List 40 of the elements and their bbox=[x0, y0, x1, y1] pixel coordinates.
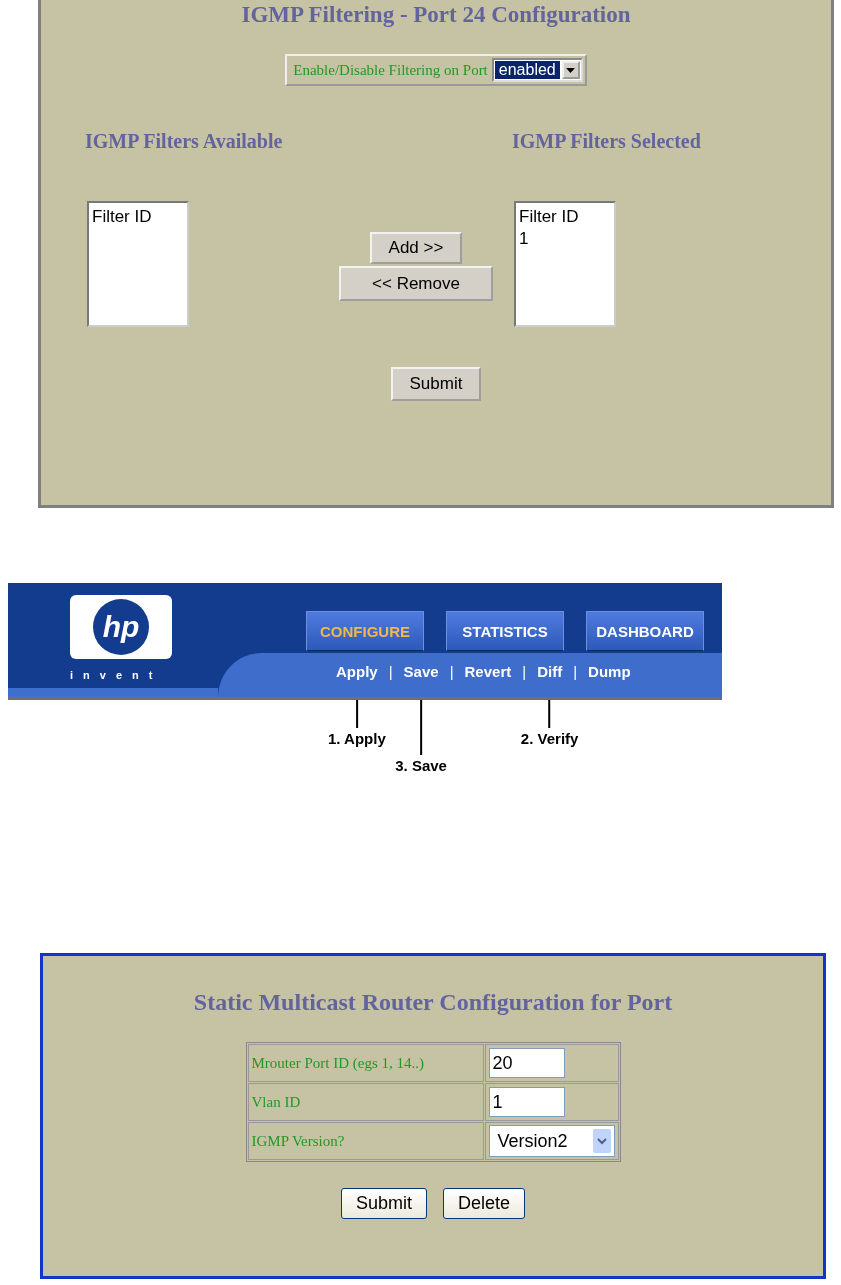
menu-link[interactable]: Dump bbox=[588, 663, 631, 680]
menu-link[interactable]: Diff bbox=[537, 663, 563, 680]
link-separator: | bbox=[388, 663, 393, 680]
nav-tab[interactable]: STATISTICS bbox=[446, 611, 564, 651]
link-separator: | bbox=[449, 663, 454, 680]
input-field[interactable]: 1 bbox=[488, 1087, 565, 1117]
list-heading: IGMP Filters Selected bbox=[512, 130, 702, 153]
field-label: IGMP Version? bbox=[251, 1133, 345, 1149]
field-label: Enable/Disable Filtering on Port bbox=[293, 61, 488, 79]
form-button[interactable]: Delete bbox=[443, 1188, 526, 1219]
field-label: Mrouter Port ID (egs 1, 14..) bbox=[251, 1055, 424, 1071]
panel-title: Static Multicast Router Configuration for Port bbox=[193, 989, 673, 1016]
version-dropdown[interactable]: Version2 bbox=[488, 1125, 615, 1157]
field-label: Vlan ID bbox=[251, 1094, 301, 1110]
logo-tagline: invent bbox=[70, 669, 163, 681]
nav-tab[interactable]: DASHBOARD bbox=[586, 611, 704, 651]
panel-title: IGMP Filtering - Port 24 Configuration bbox=[241, 2, 631, 28]
remove-button[interactable]: << Remove bbox=[339, 266, 493, 301]
dropdown-value: enabled bbox=[494, 61, 560, 79]
list-heading: IGMP Filters Available bbox=[85, 130, 284, 153]
link-separator: | bbox=[522, 663, 527, 680]
input-field[interactable]: 20 bbox=[488, 1048, 565, 1078]
chevron-down-icon[interactable] bbox=[592, 1129, 611, 1153]
callout-label: 3. Save bbox=[395, 757, 447, 774]
selected-filters-list[interactable]: Filter ID 1 bbox=[514, 201, 616, 327]
filtering-dropdown[interactable]: enabled bbox=[491, 58, 583, 82]
available-filters-list[interactable]: Filter ID bbox=[87, 201, 189, 327]
list-item[interactable]: 1 bbox=[519, 228, 611, 250]
menu-link[interactable]: Apply bbox=[336, 663, 378, 680]
add-button[interactable]: Add >> bbox=[370, 232, 462, 264]
callout-label: 2. Verify bbox=[520, 730, 579, 747]
callout-label: 1. Apply bbox=[327, 730, 386, 747]
list-item[interactable]: Filter ID bbox=[519, 206, 611, 228]
list-item[interactable]: Filter ID bbox=[92, 206, 184, 228]
menu-link[interactable]: Revert bbox=[464, 663, 512, 680]
submit-button[interactable]: Submit bbox=[391, 367, 481, 401]
form-button[interactable]: Submit bbox=[340, 1188, 427, 1219]
logo-mark: hp bbox=[102, 610, 140, 644]
link-separator: | bbox=[573, 663, 578, 680]
menu-link[interactable]: Save bbox=[403, 663, 439, 680]
